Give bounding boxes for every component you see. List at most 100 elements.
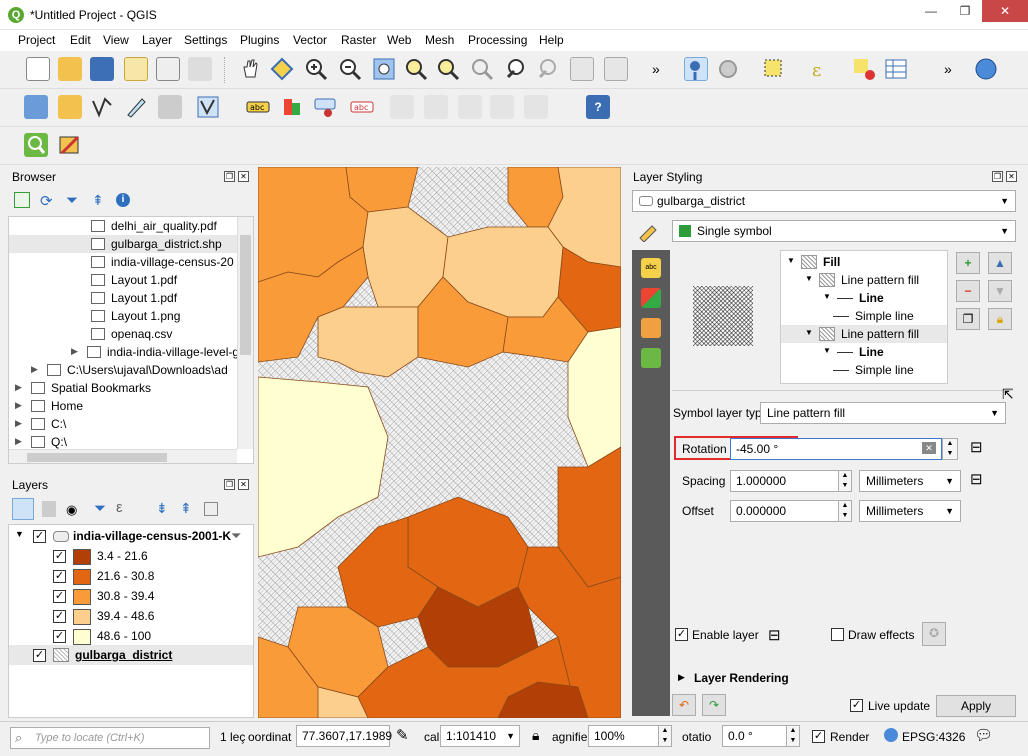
toolbar-overflow-icon[interactable]: »	[944, 61, 952, 77]
zoom-to-selection-icon[interactable]	[404, 57, 428, 81]
effects-star-icon[interactable]: ✪	[922, 622, 946, 646]
browser-item[interactable]: gulbarga_district.shp	[111, 235, 222, 253]
open-project-icon[interactable]	[58, 57, 82, 81]
refresh-icon[interactable]: ⟳	[40, 192, 53, 210]
diagrams-tab-icon[interactable]	[641, 288, 661, 308]
toolbar-overflow-icon[interactable]: »	[652, 61, 660, 77]
symbology-brush-icon[interactable]	[638, 222, 660, 243]
menu-raster[interactable]: Raster	[341, 33, 376, 47]
vertex-tool-icon[interactable]	[196, 95, 220, 119]
map-canvas[interactable]	[258, 167, 621, 718]
add-selected-icon[interactable]	[14, 192, 30, 208]
actions-gear-icon[interactable]	[716, 57, 740, 81]
close-panel-icon[interactable]: ✕	[238, 479, 249, 490]
rotation-stepper[interactable]: ▲ ▼	[786, 725, 800, 747]
digitize-vertex-icon[interactable]	[90, 95, 114, 119]
visibility-eye-icon[interactable]: ◉	[66, 502, 77, 518]
symbol-layer-item[interactable]: Simple line	[855, 361, 914, 379]
class-visibility-checkbox[interactable]: ✓	[53, 550, 66, 563]
add-layer-icon[interactable]	[58, 95, 82, 119]
expand-arrow-icon[interactable]: ▶	[15, 382, 22, 393]
remove-symbol-layer-button[interactable]: −	[956, 280, 980, 302]
remove-layer-icon[interactable]	[204, 502, 218, 516]
filter-legend-icon[interactable]: ⏷	[94, 500, 106, 517]
locator-bar[interactable]: ⌕ Type to locate (Ctrl+K)	[10, 727, 210, 749]
data-defined-override-icon[interactable]: ⊟	[970, 470, 983, 488]
select-features-icon[interactable]	[762, 57, 786, 81]
new-project-icon[interactable]	[26, 57, 50, 81]
float-panel-icon[interactable]: ❐	[992, 171, 1003, 182]
help-icon[interactable]: ?	[586, 95, 610, 119]
close-panel-icon[interactable]: ✕	[238, 171, 249, 182]
collapse-arrow-icon[interactable]: ▼	[823, 292, 831, 301]
layer-rendering-header[interactable]: Layer Rendering	[694, 671, 789, 685]
symbol-layer-type-selector[interactable]: Line pattern fill ▼	[760, 402, 1006, 424]
redo-button[interactable]: ↷	[702, 694, 726, 716]
layout-manager-icon[interactable]	[156, 57, 180, 81]
duplicate-symbol-layer-button[interactable]: ❐	[956, 308, 980, 330]
menu-settings[interactable]: Settings	[184, 33, 227, 47]
collapse-arrow-icon[interactable]: ▼	[15, 529, 24, 539]
expand-arrow-icon[interactable]: ▶	[678, 672, 685, 683]
rotation-input[interactable]: -45.00 °	[730, 438, 942, 460]
data-defined-override-icon[interactable]: ⊟	[970, 438, 983, 456]
scroll-thumb[interactable]	[27, 453, 167, 462]
lock-scale-icon[interactable]: 🔒︎	[532, 727, 539, 744]
expand-arrow-icon[interactable]: ▶	[71, 346, 78, 357]
symbol-layer-item[interactable]: Line pattern fill	[841, 325, 919, 343]
draw-effects-checkbox[interactable]	[831, 628, 844, 641]
browser-item[interactable]: C:\	[51, 415, 66, 433]
rotation-stepper[interactable]: ▲ ▼	[942, 438, 958, 460]
change-label-icon[interactable]	[458, 95, 482, 119]
enable-layer-checkbox[interactable]: ✓	[675, 628, 688, 641]
lock-layer-button[interactable]: 🔒︎	[988, 308, 1012, 330]
class-visibility-checkbox[interactable]: ✓	[53, 610, 66, 623]
collapse-arrow-icon[interactable]: ▼	[805, 328, 813, 337]
identify-features-icon[interactable]	[684, 57, 708, 81]
add-symbol-layer-button[interactable]: +	[956, 252, 980, 274]
collapse-arrow-icon[interactable]: ▼	[787, 256, 795, 265]
zoom-native-icon[interactable]	[470, 57, 494, 81]
menu-edit[interactable]: Edit	[70, 33, 91, 47]
3d-view-tab-icon[interactable]	[641, 318, 661, 338]
layer-name-gulbarga[interactable]: gulbarga_district	[75, 646, 172, 664]
menu-mesh[interactable]: Mesh	[425, 33, 454, 47]
class-visibility-checkbox[interactable]: ✓	[53, 590, 66, 603]
maximize-button[interactable]: ❐	[948, 0, 982, 22]
menu-view[interactable]: View	[103, 33, 129, 47]
symbol-layer-item[interactable]: Fill	[823, 253, 840, 271]
browser-item[interactable]: india-village-census-20	[111, 253, 234, 271]
expand-arrow-icon[interactable]: ▶	[15, 418, 22, 429]
scroll-thumb[interactable]	[240, 235, 251, 355]
layer-selector[interactable]: gulbarga_district ▼	[632, 190, 1016, 212]
menu-layer[interactable]: Layer	[142, 33, 172, 47]
menu-vector[interactable]: Vector	[293, 33, 327, 47]
menu-web[interactable]: Web	[387, 33, 411, 47]
plugin-tools-icon[interactable]	[58, 133, 82, 157]
zoom-to-layer-icon[interactable]	[436, 57, 460, 81]
label-tool-icon[interactable]: abc	[246, 95, 270, 119]
layer-visibility-checkbox[interactable]: ✓	[33, 530, 46, 543]
new-map-view-icon[interactable]	[570, 57, 594, 81]
layer-manager-icon[interactable]	[24, 95, 48, 119]
magnifier-stepper[interactable]: ▲ ▼	[658, 725, 672, 747]
browser-item[interactable]: Layout 1.pdf	[111, 289, 177, 307]
float-panel-icon[interactable]: ❐	[224, 479, 235, 490]
zoom-in-icon[interactable]	[304, 57, 328, 81]
plugin-globe-icon[interactable]	[974, 57, 998, 81]
expand-arrow-icon[interactable]: ▶	[15, 436, 22, 447]
rotate-label-icon[interactable]	[424, 95, 448, 119]
map-rotation-field[interactable]: 0.0 °	[722, 725, 788, 747]
pan-hand-icon[interactable]	[238, 57, 262, 81]
refresh-icon[interactable]	[604, 57, 628, 81]
attribute-table-icon[interactable]	[884, 57, 908, 81]
info-icon[interactable]: i	[116, 193, 130, 207]
filter-funnel-icon[interactable]: ⏷	[231, 528, 241, 544]
move-up-button[interactable]: ▲	[988, 252, 1012, 274]
crs-globe-icon[interactable]	[884, 728, 898, 742]
spacing-input[interactable]: 1.000000	[730, 470, 840, 492]
zoom-last-icon[interactable]	[504, 57, 528, 81]
offset-unit-selector[interactable]: Millimeters ▼	[859, 500, 961, 522]
coordinate-toggle-icon[interactable]: ✎	[396, 726, 409, 744]
symbol-layer-item[interactable]: Line	[859, 289, 884, 307]
